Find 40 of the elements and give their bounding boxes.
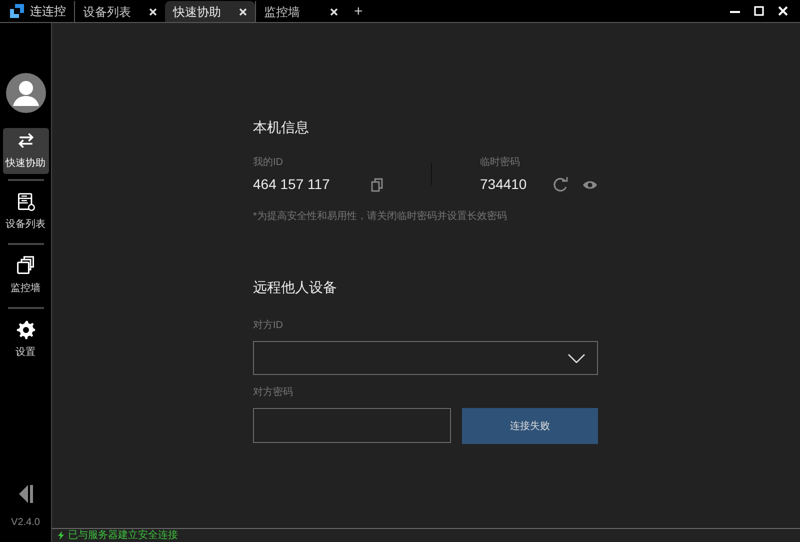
sidebar-item[interactable]: 设备列表 (2, 186, 48, 238)
new-tab-button[interactable]: + (346, 2, 371, 22)
remote-password-field[interactable] (253, 408, 451, 443)
sidebar-item[interactable]: 快速协助 (2, 128, 48, 174)
temp-password-value: 734410 (480, 175, 528, 194)
section-heading: 本机信息 (253, 118, 310, 136)
copy-icon[interactable] (371, 178, 383, 192)
remote-id-label: 对方ID (253, 318, 284, 333)
eye-icon[interactable] (583, 180, 597, 190)
my-id-value: 464 157 117 (253, 175, 331, 194)
device-list-icon (16, 192, 36, 212)
app-logo-icon (10, 4, 24, 18)
tab-label: 快速协助 (173, 4, 222, 20)
lightning-icon (58, 531, 64, 540)
sidebar-item[interactable]: 监控墙 (2, 250, 48, 302)
maximize-icon[interactable] (754, 6, 764, 16)
section-heading: 远程他人设备 (253, 278, 338, 296)
stacked-windows-icon (16, 256, 36, 276)
refresh-icon[interactable] (553, 177, 568, 192)
tab-label: 监控墙 (264, 4, 301, 20)
app-title: 连连控 (30, 3, 66, 20)
swap-arrows-icon (16, 131, 36, 151)
tab[interactable]: 监控墙 (255, 1, 346, 22)
tab[interactable]: 快速协助 (165, 1, 255, 22)
sidebar-item[interactable]: 设置 (2, 314, 48, 366)
close-icon[interactable] (330, 8, 338, 16)
temp-password-label: 临时密码 (480, 156, 521, 170)
tab-label: 设备列表 (83, 4, 132, 20)
connect-button[interactable]: 连接失败 (462, 408, 598, 444)
close-icon[interactable] (149, 8, 157, 16)
my-id-label: 我的ID (253, 156, 284, 170)
security-note: *为提高安全性和易用性，请关闭临时密码并设置长效密码 (253, 210, 508, 224)
version-label: V2.4.0 (11, 516, 40, 530)
close-icon[interactable] (239, 8, 247, 16)
status-text: 已与服务器建立安全连接 (68, 530, 178, 542)
collapse-icon[interactable] (18, 485, 32, 503)
chevron-down-icon[interactable] (568, 354, 585, 362)
settings-icon (16, 320, 36, 340)
remote-password-label: 对方密码 (253, 386, 294, 400)
avatar-icon[interactable] (6, 73, 46, 113)
